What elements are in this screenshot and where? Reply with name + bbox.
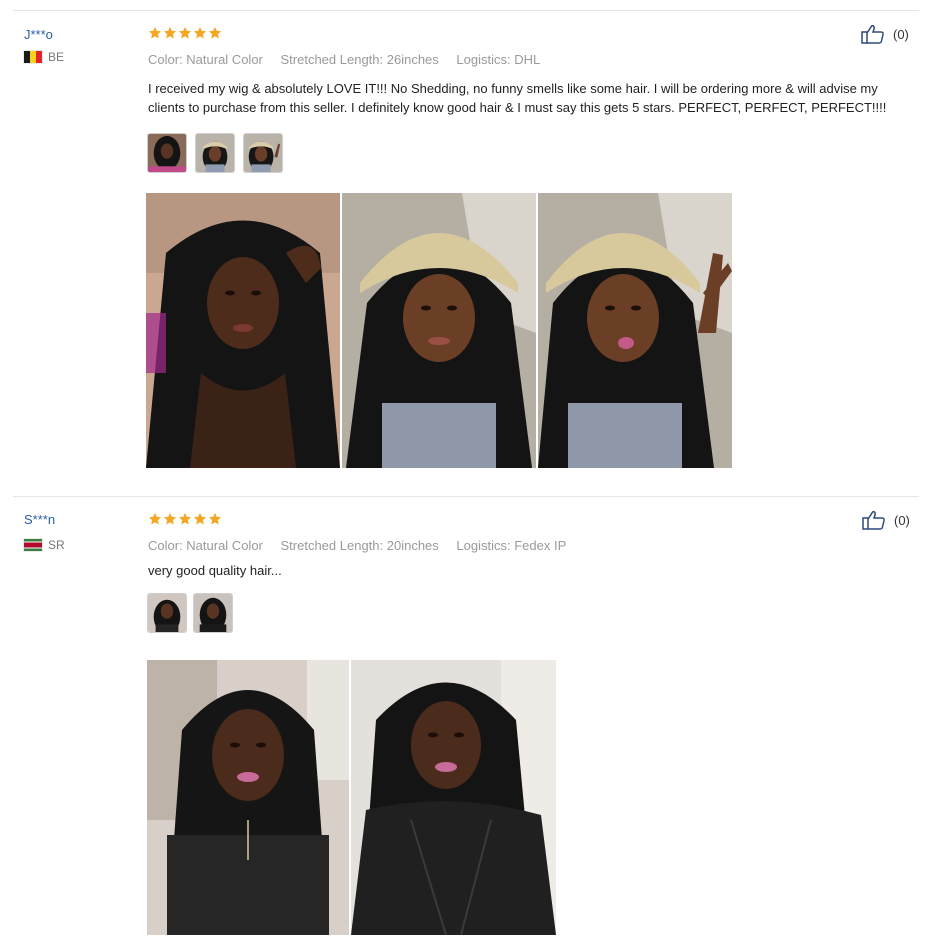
helpful-button[interactable]: (0) (862, 510, 910, 530)
country-code: BE (48, 50, 65, 64)
helpful-count: (0) (893, 26, 909, 42)
review-text: I received my wig & absolutely LOVE IT!!… (148, 81, 887, 115)
star-icon (208, 512, 222, 525)
star-icon (178, 26, 192, 39)
thumbs-up-icon (862, 510, 885, 530)
star-icon (163, 512, 177, 525)
attribute-color: Color: Natural Color (148, 52, 263, 67)
attribute-length: Stretched Length: 20inches (280, 538, 439, 553)
review-photo[interactable] (342, 193, 536, 468)
belgium-flag-icon (24, 51, 42, 63)
star-rating (148, 512, 222, 526)
star-icon (148, 512, 162, 525)
photo-thumbnail[interactable] (147, 133, 187, 173)
attribute-length: Stretched Length: 26inches (280, 52, 439, 67)
star-rating (148, 26, 222, 40)
photo-thumbnail[interactable] (147, 593, 187, 633)
country-code: SR (48, 538, 65, 552)
review-photos (147, 660, 556, 935)
review-photos (146, 193, 732, 468)
review-thumbnails (147, 133, 283, 173)
star-icon (193, 26, 207, 39)
review-photo[interactable] (146, 193, 340, 468)
photo-thumbnail[interactable] (193, 593, 233, 633)
review-text: very good quality hair... (148, 563, 282, 578)
attribute-logistics: Logistics: Fedex IP (456, 538, 567, 553)
star-icon (193, 512, 207, 525)
helpful-button[interactable]: (0) (861, 24, 909, 44)
reviewer-country: BE (24, 50, 64, 64)
review-photo[interactable] (351, 660, 556, 935)
photo-thumbnail[interactable] (243, 133, 283, 173)
photo-thumbnail[interactable] (195, 133, 235, 173)
thumbs-up-icon (861, 24, 884, 44)
review-photo[interactable] (538, 193, 732, 468)
review-item: J***o BE Color: Natural Color Stretched … (0, 0, 940, 490)
suriname-flag-icon (24, 539, 42, 551)
reviewer-name[interactable]: S***n (24, 512, 55, 527)
attribute-logistics: Logistics: DHL (456, 52, 541, 67)
helpful-count: (0) (894, 512, 910, 528)
star-icon (208, 26, 222, 39)
star-icon (148, 26, 162, 39)
star-icon (178, 512, 192, 525)
review-item: S***n SR Color: Natural Color Stretched … (0, 496, 940, 950)
star-icon (163, 26, 177, 39)
review-attributes: Color: Natural Color Stretched Length: 2… (148, 52, 554, 67)
attribute-color: Color: Natural Color (148, 538, 263, 553)
reviewer-name[interactable]: J***o (24, 27, 53, 42)
reviewer-country: SR (24, 538, 65, 552)
review-thumbnails (147, 593, 233, 633)
review-photo[interactable] (147, 660, 349, 935)
review-attributes: Color: Natural Color Stretched Length: 2… (148, 538, 580, 553)
